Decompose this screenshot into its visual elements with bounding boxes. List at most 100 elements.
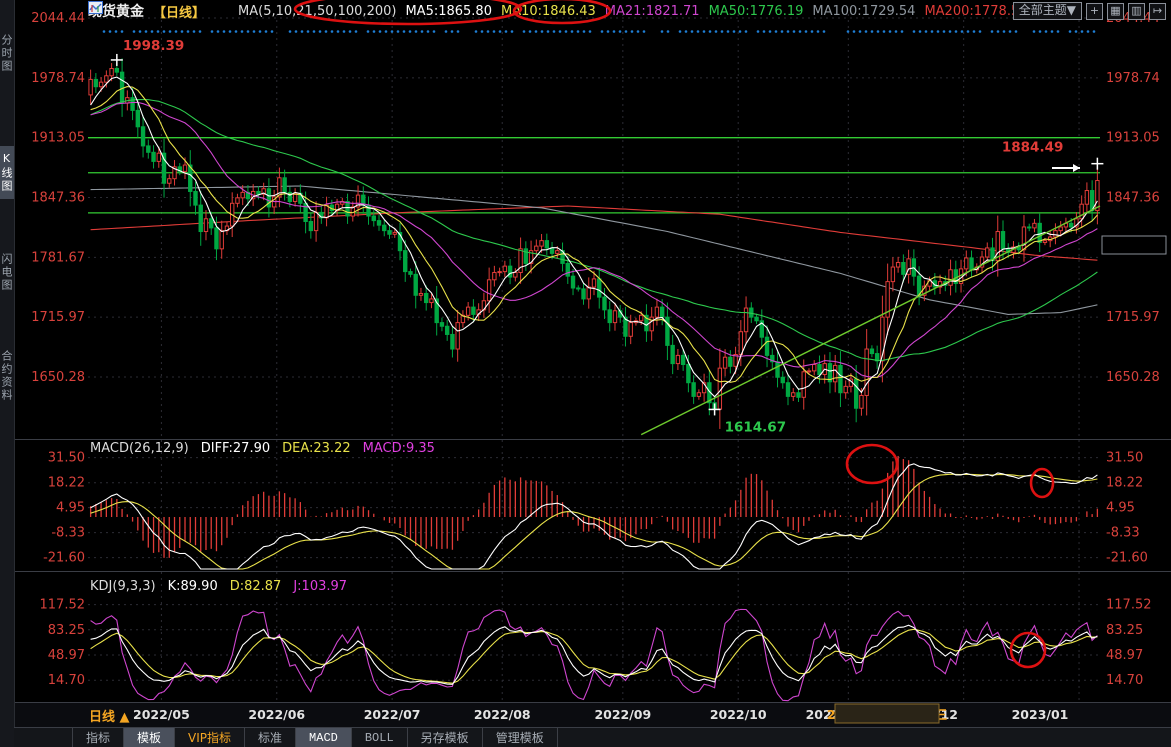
svg-text:1715.97: 1715.97 (1106, 310, 1160, 325)
ma-group-label: MA(5,10,21,50,100,200) (238, 3, 397, 19)
candle-down (780, 376, 785, 384)
ma50-line (90, 98, 1098, 361)
kdj-k-value: K:89.90 (167, 579, 218, 594)
support-lines (88, 137, 1100, 214)
axis-grid-icon[interactable]: ▦ (1107, 2, 1124, 20)
candle-down (754, 316, 759, 322)
candle-up (696, 392, 702, 397)
sidebar-item-kline-chart[interactable]: K线图 (0, 146, 14, 199)
candle-down (565, 262, 570, 277)
candle-up (513, 272, 518, 278)
toolbar-item-boll[interactable]: BOLL (350, 728, 407, 747)
candle-up (1042, 240, 1048, 243)
trading-app-window: 2044.44 1978.74 1913.05 1847.36 1781.67 1715.… (0, 0, 1171, 747)
candle-up (555, 250, 560, 254)
candle-down (93, 78, 99, 88)
chart-canvas[interactable]: 2044.44 1978.74 1913.05 1847.36 1781.67 1715.… (0, 0, 1171, 747)
svg-text:117.52: 117.52 (1106, 598, 1152, 613)
candle-down (764, 336, 770, 356)
toolbar-item-vip-indicators[interactable]: VIP指标 (174, 728, 244, 747)
candle-down (691, 382, 696, 397)
ma21-line (90, 101, 1098, 378)
candle-down (1000, 231, 1006, 250)
candle-up (1058, 226, 1063, 232)
svg-text:2022/06: 2022/06 (248, 707, 305, 722)
kdj-pane-header: KDJ(9,3,3) K:89.90 D:82.87 J:103.97 (90, 579, 347, 594)
candle-up (219, 230, 224, 250)
candle-up (591, 278, 597, 288)
svg-text:1715.97: 1715.97 (31, 310, 85, 325)
candle-down (198, 204, 203, 233)
ma100-value: MA100:1729.54 (812, 3, 916, 19)
candle-down (256, 190, 261, 195)
toolbar-item-save-template[interactable]: 另存模板 (406, 728, 482, 747)
event-dots-row (102, 30, 1096, 33)
svg-text:31.50: 31.50 (1106, 451, 1143, 466)
toolbar-item-macd[interactable]: MACD (295, 728, 351, 747)
crosshair-icon[interactable]: + (1086, 2, 1103, 20)
candle-up (948, 269, 953, 286)
pan-right-icon[interactable]: ↦ (1149, 2, 1166, 20)
ma5-value: MA5:1865.80 (405, 3, 492, 19)
candle-up (964, 257, 969, 270)
toolbar-item-standard[interactable]: 标准 (244, 728, 295, 747)
ma200-line (90, 205, 1098, 261)
candle-down (775, 361, 780, 378)
svg-text:2023/01: 2023/01 (1012, 707, 1069, 722)
svg-text:-8.33: -8.33 (1106, 526, 1140, 541)
candle-down (607, 309, 612, 324)
sidebar-item-flash-chart[interactable]: 闪电图 (0, 253, 14, 292)
candle-up (675, 354, 681, 365)
candle-down (471, 306, 476, 315)
candle-up (156, 152, 161, 162)
candle-up (738, 331, 744, 355)
candle-down (450, 333, 455, 350)
svg-text:31.50: 31.50 (48, 451, 85, 466)
svg-text:1650.28: 1650.28 (1106, 370, 1160, 385)
gridlines (88, 14, 1100, 700)
macd-pane-header: MACD(26,12,9) DIFF:27.90 DEA:23.22 MACD:… (90, 441, 435, 456)
sidebar-item-contract-info[interactable]: 合约资料 (0, 350, 14, 402)
candle-down (439, 322, 445, 327)
ma5-line (90, 76, 1098, 398)
svg-text:2022/07: 2022/07 (364, 707, 421, 722)
candle-up (791, 392, 796, 397)
candle-down (1037, 222, 1042, 243)
sidebar-item-time-chart[interactable]: 分时图 (0, 34, 14, 73)
candle-up (109, 67, 114, 77)
candle-up (486, 279, 492, 302)
candle-up (812, 364, 817, 372)
kdj-d-value: D:82.87 (229, 579, 282, 594)
theme-dropdown-button[interactable]: 全部主题▼ (1012, 2, 1082, 20)
candle-up (1032, 222, 1037, 229)
axis-scale-icon[interactable]: ▥ (1128, 2, 1145, 20)
period-selector[interactable]: 日线 ▲ (89, 706, 130, 725)
candle-down (408, 271, 413, 275)
candle-down (523, 248, 529, 264)
candle-up (429, 298, 434, 304)
ma50-value: MA50:1776.19 (708, 3, 804, 19)
candle-down (140, 126, 146, 147)
candle-up (801, 371, 806, 398)
toolbar-item-manage-template[interactable]: 管理模板 (481, 728, 558, 747)
candle-down (146, 145, 151, 153)
candle-down (817, 364, 822, 376)
candle-down (597, 278, 602, 298)
svg-text:1847.36: 1847.36 (31, 191, 85, 206)
svg-text:1913.05: 1913.05 (1106, 131, 1160, 146)
toolbar-item-template[interactable]: 模板 (123, 728, 175, 747)
svg-text:1884.49: 1884.49 (1002, 140, 1064, 156)
svg-text:4.95: 4.95 (56, 501, 85, 516)
candle-down (114, 67, 120, 73)
candle-down (544, 240, 550, 249)
candle-up (1079, 203, 1084, 220)
candle-up (104, 75, 109, 83)
candle-up (895, 261, 901, 268)
candle-down (444, 325, 450, 335)
kline-icon[interactable] (88, 1, 229, 18)
toolbar-item-indicators[interactable]: 指标 (72, 728, 123, 747)
svg-text:-21.60: -21.60 (1106, 551, 1148, 566)
candle-down (670, 344, 675, 365)
candle-up (628, 322, 633, 337)
candle-down (785, 382, 791, 397)
